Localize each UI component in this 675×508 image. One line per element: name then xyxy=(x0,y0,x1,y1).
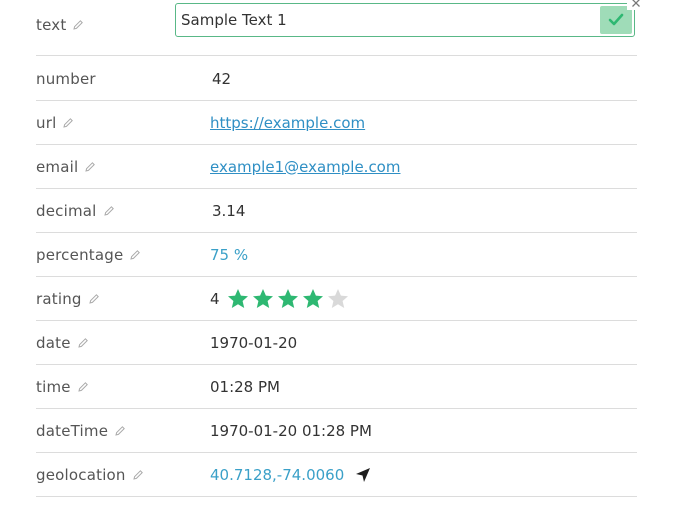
pencil-icon[interactable] xyxy=(132,469,144,481)
pencil-icon[interactable] xyxy=(84,161,96,173)
star-empty-icon[interactable] xyxy=(326,287,350,311)
checkmark-icon xyxy=(608,13,624,26)
field-value-email: example1@example.com xyxy=(210,145,400,188)
close-icon xyxy=(632,0,640,7)
star-filled-icon[interactable] xyxy=(301,287,325,311)
pencil-icon[interactable] xyxy=(103,205,115,217)
rating-stars[interactable] xyxy=(226,287,350,311)
field-value-rating: 4 xyxy=(210,277,350,320)
field-row-url: url https://example.com xyxy=(36,101,637,145)
text-edit-box xyxy=(175,3,635,37)
field-label-rating: rating xyxy=(36,277,100,320)
field-label-geolocation: geolocation xyxy=(36,453,144,496)
field-value-url: https://example.com xyxy=(210,101,365,144)
close-edit-button[interactable] xyxy=(627,0,645,10)
pencil-icon[interactable] xyxy=(77,381,89,393)
confirm-button[interactable] xyxy=(600,6,632,34)
field-label-number: number xyxy=(36,69,96,88)
row-divider xyxy=(36,496,637,497)
field-value-geolocation: 40.7128,-74.0060 xyxy=(210,453,372,496)
field-row-rating: rating 4 xyxy=(36,277,637,321)
field-label-percentage: percentage xyxy=(36,233,141,276)
field-value-date[interactable]: 1970-01-20 xyxy=(210,321,297,364)
field-row-time: time 01:28 PM xyxy=(36,365,637,409)
field-label-text: text xyxy=(36,0,84,50)
star-filled-icon[interactable] xyxy=(226,287,250,311)
field-row-date: date 1970-01-20 xyxy=(36,321,637,365)
field-row-datetime: dateTime 1970-01-20 01:28 PM xyxy=(36,409,637,453)
rating-number: 4 xyxy=(210,289,220,308)
field-label-url: url xyxy=(36,101,74,144)
field-row-percentage: percentage 75 % xyxy=(36,233,637,277)
row-divider xyxy=(36,55,637,56)
field-label-datetime: dateTime xyxy=(36,409,126,452)
pencil-icon[interactable] xyxy=(129,249,141,261)
star-filled-icon[interactable] xyxy=(276,287,300,311)
field-value-time[interactable]: 01:28 PM xyxy=(210,365,280,408)
text-edit-input[interactable] xyxy=(181,4,591,36)
field-row-number: number 42 xyxy=(36,57,637,101)
field-label-decimal: decimal xyxy=(36,189,115,232)
star-filled-icon[interactable] xyxy=(251,287,275,311)
field-row-geolocation: geolocation 40.7128,-74.0060 xyxy=(36,453,637,497)
navigation-arrow-icon[interactable] xyxy=(354,466,372,484)
field-value-number[interactable]: 42 xyxy=(212,57,231,100)
pencil-icon[interactable] xyxy=(72,19,84,31)
pencil-icon[interactable] xyxy=(62,117,74,129)
pencil-icon[interactable] xyxy=(77,337,89,349)
url-link[interactable]: https://example.com xyxy=(210,114,365,132)
pencil-icon[interactable] xyxy=(88,293,100,305)
field-value-percentage[interactable]: 75 % xyxy=(210,233,248,276)
field-label-time: time xyxy=(36,365,89,408)
field-row-decimal: decimal 3.14 xyxy=(36,189,637,233)
geolocation-coordinates[interactable]: 40.7128,-74.0060 xyxy=(210,466,344,484)
email-link[interactable]: example1@example.com xyxy=(210,158,400,176)
pencil-icon[interactable] xyxy=(114,425,126,437)
field-value-decimal[interactable]: 3.14 xyxy=(212,189,245,232)
field-row-email: email example1@example.com xyxy=(36,145,637,189)
field-label-email: email xyxy=(36,145,96,188)
field-value-datetime[interactable]: 1970-01-20 01:28 PM xyxy=(210,409,372,452)
field-label-date: date xyxy=(36,321,89,364)
